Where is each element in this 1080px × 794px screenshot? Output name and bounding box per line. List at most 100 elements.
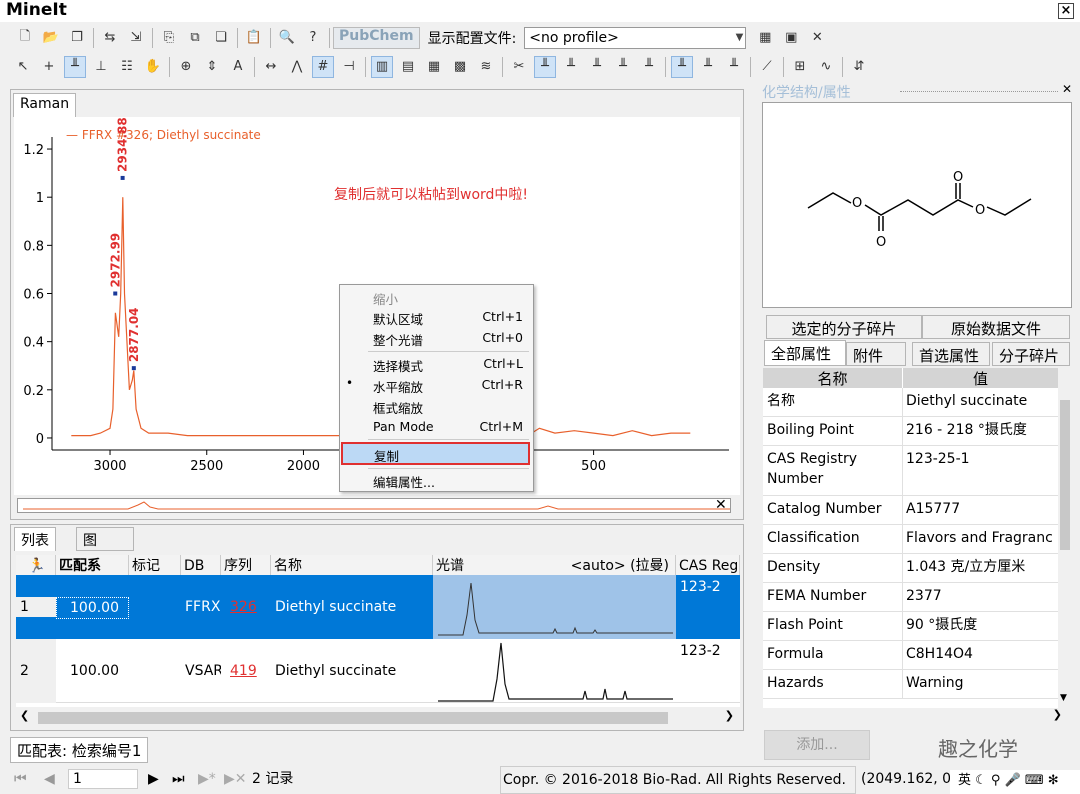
menu-item-pan-mode[interactable]: Pan Mode Ctrl+M: [373, 419, 523, 434]
tab-selected-fragments[interactable]: 选定的分子碎片: [766, 315, 922, 339]
ime-toolbar[interactable]: 英 ☾ ⚲ 🎤 ⌨ ✻: [950, 770, 1080, 794]
menu-item-default-region[interactable]: 默认区域 Ctrl+1: [373, 309, 523, 328]
horizontal-zoom-icon[interactable]: ↔: [260, 56, 282, 78]
property-row[interactable]: 名称 Diethyl succinate: [763, 388, 1058, 417]
profile-select[interactable]: <no profile> ▼: [524, 26, 747, 49]
new-record-icon[interactable]: ▶*: [198, 766, 216, 792]
tab-all-properties[interactable]: 全部属性: [764, 340, 846, 366]
col-name[interactable]: 名称: [271, 555, 433, 577]
view-icon-2[interactable]: ╨: [560, 56, 582, 78]
pubchem-button[interactable]: PubChem: [333, 26, 420, 49]
export-icon[interactable]: ⇲: [125, 27, 147, 49]
view-icon-1[interactable]: ╨: [534, 55, 556, 78]
menu-item-zoom-out[interactable]: 缩小: [373, 289, 523, 308]
add-peak-icon[interactable]: ⊞: [789, 56, 811, 78]
label-icon[interactable]: ☷: [116, 56, 138, 78]
zoom-icon[interactable]: ⊕: [175, 56, 197, 78]
menu-item-edit-properties[interactable]: 编辑属性...: [373, 472, 523, 491]
close-button[interactable]: ×: [1058, 3, 1074, 19]
property-row[interactable]: Density 1.043 克/立方厘米: [763, 554, 1058, 583]
spectrum-icon[interactable]: ╨: [64, 55, 86, 78]
view-icon-5[interactable]: ╨: [638, 56, 660, 78]
col-seq[interactable]: 序列: [221, 555, 271, 577]
tab-raman[interactable]: Raman: [13, 93, 77, 117]
tab-preferred-properties[interactable]: 首选属性: [912, 342, 990, 366]
next-record-icon[interactable]: ▶: [148, 766, 159, 792]
tab-attachments[interactable]: 附件: [846, 342, 906, 366]
tab-raw-data[interactable]: 原始数据文件: [922, 315, 1070, 339]
help-icon[interactable]: ?: [302, 27, 324, 49]
fit-icon[interactable]: ∿: [815, 56, 837, 78]
col-spectrum[interactable]: 光谱 <auto> (拉曼): [433, 555, 676, 577]
menu-item-horizontal-zoom[interactable]: 水平缩放 Ctrl+R: [373, 377, 523, 396]
copy-icon[interactable]: ⎘: [158, 27, 180, 49]
bars-icon[interactable]: ▥: [371, 55, 393, 78]
trend-icon[interactable]: ⟋: [756, 56, 778, 78]
property-row[interactable]: Formula C8H14O4: [763, 641, 1058, 670]
delete-record-icon[interactable]: ▶✕: [224, 766, 247, 792]
property-row[interactable]: FEMA Number 2377: [763, 583, 1058, 612]
table-row[interactable]: 1 100.00 FFRX 326 Diethyl succinate 123-…: [16, 575, 740, 639]
crosshair-icon[interactable]: +: [38, 56, 60, 78]
overlay-icon[interactable]: ⋀: [286, 56, 308, 78]
atr-icon[interactable]: ⇵: [848, 56, 870, 78]
property-row[interactable]: Flash Point 90 °摄氏度: [763, 612, 1058, 641]
multi-icon[interactable]: ▦: [423, 56, 445, 78]
compare-icon-3[interactable]: ╨: [723, 56, 745, 78]
grid-icon[interactable]: #: [312, 55, 334, 78]
horizontal-scrollbar[interactable]: ❮ ❯: [16, 708, 740, 728]
menu-item-select-mode[interactable]: 选择模式 Ctrl+L: [373, 356, 523, 375]
first-record-icon[interactable]: ⏮: [14, 766, 27, 792]
copy-window-icon[interactable]: ❐: [66, 27, 88, 49]
vertical-scrollbar[interactable]: ▼: [1058, 368, 1072, 708]
heatmap-icon[interactable]: ▩: [449, 56, 471, 78]
prev-record-icon[interactable]: ◀: [44, 766, 55, 792]
tab-fragments[interactable]: 分子碎片: [992, 342, 1070, 366]
menu-item-full-spectrum[interactable]: 整个光谱 Ctrl+0: [373, 330, 523, 349]
compare-icon-1[interactable]: ╨: [671, 55, 693, 78]
col-score[interactable]: 匹配系: [56, 555, 129, 577]
cut-icon[interactable]: ✂: [508, 56, 530, 78]
col-cas[interactable]: CAS Reg: [676, 555, 740, 577]
property-row[interactable]: Classification Flavors and Fragranc: [763, 525, 1058, 554]
overview-strip[interactable]: [17, 498, 731, 513]
baseline-icon[interactable]: ⊣: [338, 56, 360, 78]
record-input[interactable]: 1: [68, 769, 138, 789]
add-button[interactable]: 添加...: [764, 730, 870, 760]
table-row[interactable]: 2 100.00 VSAR 419 Diethyl succinate 123-…: [16, 639, 740, 703]
hand-icon[interactable]: ✋: [142, 56, 164, 78]
last-record-icon[interactable]: ⏭: [172, 766, 185, 792]
stack-icon[interactable]: ▤: [397, 56, 419, 78]
pointer-icon[interactable]: ↖: [12, 56, 34, 78]
property-row[interactable]: Catalog Number A15777: [763, 496, 1058, 525]
col-db[interactable]: DB: [181, 555, 221, 577]
duplicate-icon[interactable]: ❏: [210, 27, 232, 49]
find-icon[interactable]: 🔍: [276, 27, 298, 49]
property-row[interactable]: CAS Registry Number 123-25-1: [763, 446, 1058, 496]
compare-icon-2[interactable]: ╨: [697, 56, 719, 78]
view-icon-4[interactable]: ╨: [612, 56, 634, 78]
tab-list[interactable]: 列表: [14, 527, 56, 551]
wave-icon[interactable]: ≋: [475, 56, 497, 78]
new-file-icon[interactable]: 🗋: [14, 27, 36, 49]
seq-link[interactable]: 419: [226, 661, 271, 681]
col-mark[interactable]: 标记: [129, 555, 181, 577]
property-row[interactable]: Boiling Point 216 - 218 °摄氏度: [763, 417, 1058, 446]
menu-item-box-zoom[interactable]: 框式缩放: [373, 398, 523, 417]
menu-item-copy[interactable]: 复制: [341, 442, 530, 465]
paste-icon[interactable]: 📋: [243, 27, 265, 49]
props-horizontal-scrollbar[interactable]: ❯: [763, 708, 1072, 726]
copy-all-icon[interactable]: ⧉: [184, 27, 206, 49]
transfer-icon[interactable]: ⇆: [99, 27, 121, 49]
seq-link[interactable]: 326: [226, 597, 271, 617]
close-icon[interactable]: ✕: [715, 497, 727, 513]
scale-icon[interactable]: ⇕: [201, 56, 223, 78]
match-table-tab[interactable]: 匹配表: 检索编号1: [10, 737, 149, 763]
close-icon[interactable]: ✕: [1062, 82, 1072, 96]
layout-icon[interactable]: ▣: [780, 27, 802, 49]
peak-icon[interactable]: ⊥: [90, 56, 112, 78]
view-icon-3[interactable]: ╨: [586, 56, 608, 78]
open-folder-icon[interactable]: 📂: [40, 27, 62, 49]
property-row[interactable]: Hazards Warning: [763, 670, 1058, 699]
table-icon[interactable]: ▦: [754, 27, 776, 49]
